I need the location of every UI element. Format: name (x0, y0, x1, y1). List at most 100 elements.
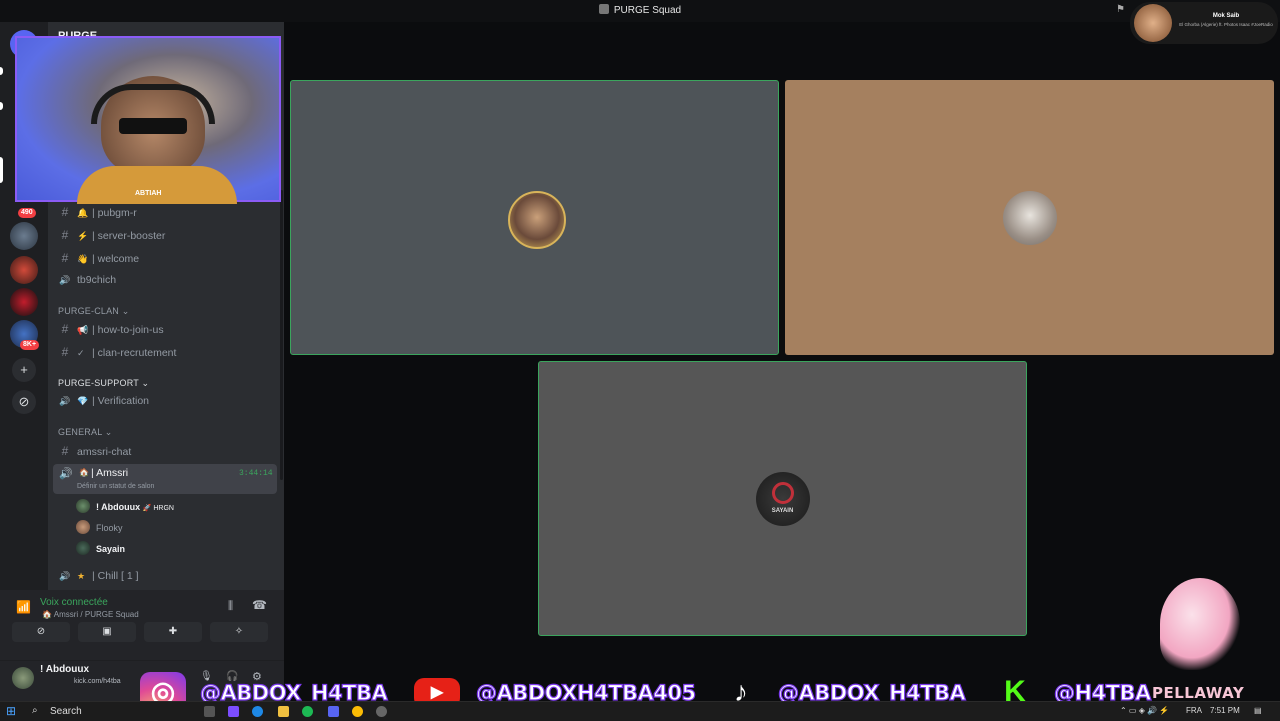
voice-member[interactable]: ! Abdouux 🚀 HRGN (76, 498, 174, 516)
category-purge-support[interactable]: PURGE-SUPPORT ⌄ (58, 378, 149, 389)
video-tile[interactable]: SAYAIN (538, 361, 1027, 636)
user-name: ! Abdouux (40, 664, 90, 675)
hashtag-icon: # (61, 444, 69, 458)
inbox-icon[interactable]: ⚑ (1116, 4, 1128, 16)
category-label: GENERAL (58, 427, 103, 437)
channel-clan-recrutement[interactable]: # ✓ | clan-recrutement (58, 343, 278, 361)
screen-share-button[interactable]: ▣ (78, 622, 136, 642)
channel-welcome[interactable]: # 👋 | welcome (58, 249, 278, 267)
streamer-shirt (77, 166, 237, 204)
soundboard-button[interactable]: ✧ (210, 622, 268, 642)
active-voice-channel[interactable]: 🔊 🏠 | Amssri 3:44:14 Définir un statut d… (53, 464, 277, 494)
clock[interactable]: 7:51 PM (1210, 706, 1240, 715)
channel-label: tb9chich (77, 274, 117, 286)
lightning-icon: ⚡ (77, 231, 89, 241)
channel-label: | how-to-join-us (92, 324, 164, 336)
channel-scrollbar[interactable] (280, 190, 283, 480)
voice-timer: 3:44:14 (239, 469, 273, 478)
unread-pill (0, 67, 3, 75)
category-purge-clan[interactable]: PURGE-CLAN ⌄ (58, 306, 129, 317)
task-view-icon[interactable] (204, 706, 215, 717)
wave-icon: 👋 (77, 254, 89, 264)
selected-pill (0, 157, 3, 183)
add-server-icon[interactable]: + (12, 358, 36, 382)
folder-icon[interactable] (278, 706, 289, 717)
voice-panel: 📶 Voix connectée 🏠 Amssri / PURGE Squad … (0, 590, 284, 660)
channel-chill[interactable]: 🔊 ★ | Chill [ 1 ] (58, 567, 278, 585)
channel-pubgm[interactable]: # 🔔 | pubgm-r (58, 203, 278, 221)
member-tag: 🚀 HRGN (142, 505, 174, 512)
speaker-icon: 🔊 (59, 396, 71, 406)
discord-icon[interactable] (328, 706, 339, 717)
spotify-icon[interactable] (302, 706, 313, 717)
voice-status[interactable]: Définir un statut de salon (77, 483, 154, 490)
channel-verification[interactable]: 🔊 💎 | Verification (58, 392, 278, 410)
video-tile[interactable] (785, 80, 1274, 355)
noise-icon[interactable]: ⫼ (228, 600, 233, 613)
channel-label: | pubgm-r (92, 207, 137, 219)
avatar (76, 541, 90, 555)
title-bar: PURGE Squad ⚑ (0, 0, 1280, 22)
channel-amssri-chat[interactable]: # amssri-chat (58, 442, 278, 460)
camera-off-button[interactable]: ⊘ (12, 622, 70, 642)
voice-location[interactable]: 🏠 Amssri / PURGE Squad (42, 610, 139, 619)
voice-status-text[interactable]: Voix connectée (40, 597, 108, 608)
member-name: Sayain (96, 544, 126, 554)
hashtag-icon: # (61, 228, 69, 242)
chevron-down-icon: ⌄ (104, 427, 113, 437)
category-label: PURGE-CLAN (58, 306, 120, 316)
speaker-icon: 🔊 (59, 571, 71, 581)
participant-avatar (1002, 190, 1057, 245)
server-icon[interactable] (10, 288, 38, 316)
channel-tb9chich[interactable]: 🔊 tb9chich (58, 271, 278, 289)
member-name: Flooky (96, 523, 123, 533)
chrome-icon[interactable] (352, 706, 363, 717)
sayain-logo-icon (771, 481, 794, 504)
voice-member[interactable]: Sayain (76, 540, 125, 558)
channel-server-booster[interactable]: # ⚡ | server-booster (58, 226, 278, 244)
gem-icon: 💎 (77, 396, 89, 406)
unread-pill (0, 102, 3, 110)
channel-label: | server-booster (92, 230, 166, 242)
album-art (1134, 4, 1172, 42)
bell-icon: 🔔 (77, 208, 89, 218)
unread-badge: 490 (18, 208, 36, 218)
voice-location-text: Amssri / PURGE Squad (53, 610, 139, 619)
server-icon[interactable] (10, 256, 38, 284)
app-icon[interactable] (228, 706, 239, 717)
user-avatar[interactable] (12, 667, 34, 689)
chevron-down-icon: ⌄ (121, 306, 130, 316)
category-general[interactable]: GENERAL ⌄ (58, 427, 113, 438)
now-playing-subtitle: El Ghorba (Algerie) ft. Photos Isaac #Jo… (1179, 22, 1273, 27)
avatar (76, 520, 90, 534)
tray-icons[interactable]: ⌃ ▭ ◈ 🔊 ⚡ (1120, 706, 1169, 715)
discover-icon[interactable]: ⊘ (12, 390, 36, 414)
hashtag-icon: # (61, 345, 69, 359)
activities-button[interactable]: ✚ (144, 622, 202, 642)
disconnect-icon[interactable]: ☎ (252, 598, 267, 612)
signal-icon: 📶 (16, 600, 31, 614)
language-indicator[interactable]: FRA (1186, 706, 1202, 715)
windows-icon[interactable]: ⊞ (6, 704, 16, 718)
notification-icon[interactable]: ▤ (1254, 706, 1262, 715)
channel-label: amssri-chat (77, 446, 132, 458)
search-icon[interactable]: ⌕ (32, 705, 38, 716)
house-icon: 🏠 (79, 468, 89, 477)
window-title: PURGE Squad (0, 4, 1280, 16)
edge-icon[interactable] (252, 706, 263, 717)
taskbar: ⊞ ⌕ Search ⌃ ▭ ◈ 🔊 ⚡ FRA 7:51 PM ▤ (0, 701, 1280, 721)
channel-label: | Verification (92, 395, 150, 407)
voice-member[interactable]: Flooky (76, 519, 123, 537)
participant-avatar (507, 190, 566, 249)
hashtag-icon: # (61, 251, 69, 265)
obs-icon[interactable] (376, 706, 387, 717)
video-tile[interactable] (290, 80, 779, 355)
taskbar-search[interactable]: Search (50, 706, 82, 717)
woman-logo-icon (1160, 578, 1240, 670)
webcam-overlay: ABTIAH (15, 36, 281, 204)
server-icon[interactable] (10, 222, 38, 250)
channel-label: | clan-recrutement (92, 347, 177, 359)
discord-app-icon (598, 4, 609, 14)
channel-how-to-join[interactable]: # 📢 | how-to-join-us (58, 320, 278, 338)
channel-label: | welcome (92, 253, 140, 265)
